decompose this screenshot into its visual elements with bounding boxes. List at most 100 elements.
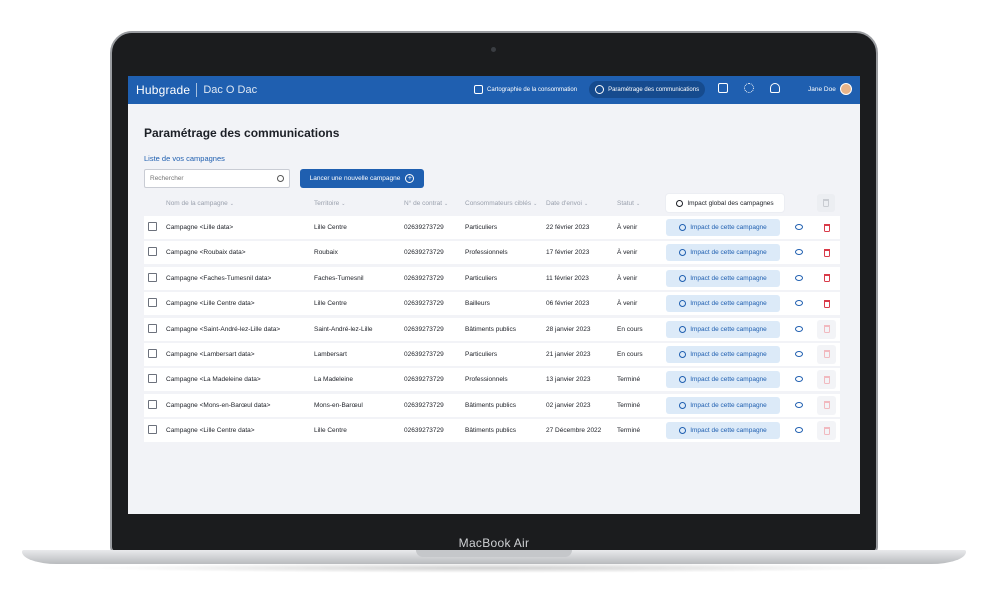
impact-button[interactable]: Impact de cette campagne bbox=[666, 244, 780, 262]
eye-icon[interactable] bbox=[795, 249, 803, 256]
impact-button[interactable]: Impact de cette campagne bbox=[666, 345, 780, 363]
trash-icon bbox=[823, 350, 830, 359]
table-row[interactable]: Campagne <Lambersart data> Lambersart 0263… bbox=[144, 342, 840, 366]
row-checkbox[interactable] bbox=[148, 399, 157, 409]
brand-logo[interactable]: Hubgrade bbox=[136, 83, 190, 97]
col-territory[interactable]: Territoire ⌄ bbox=[314, 200, 346, 207]
delete-button[interactable] bbox=[817, 243, 836, 262]
row-checkbox[interactable] bbox=[148, 298, 157, 308]
delete-button[interactable] bbox=[817, 269, 836, 288]
chevron-down-icon: ⌄ bbox=[635, 201, 641, 207]
impact-button[interactable]: Impact de cette campagne bbox=[666, 219, 780, 236]
cell-contract: 02639273729 bbox=[404, 274, 444, 282]
eye-icon[interactable] bbox=[795, 325, 803, 332]
eye-icon[interactable] bbox=[795, 274, 803, 281]
new-campaign-button[interactable]: Lancer une nouvelle campagne + bbox=[300, 169, 424, 188]
nav-label: Paramétrage des communications bbox=[608, 86, 700, 93]
delete-button[interactable] bbox=[817, 319, 836, 339]
cell-date: 28 janvier 2023 bbox=[546, 325, 591, 333]
col-status[interactable]: Statut ⌄ bbox=[617, 200, 640, 207]
cell-territory: Lambersart bbox=[314, 350, 347, 358]
cell-name: Campagne <Lille data> bbox=[166, 224, 234, 231]
row-checkbox[interactable] bbox=[148, 222, 157, 231]
trash-icon bbox=[823, 274, 830, 283]
cell-contract: 02639273729 bbox=[404, 427, 444, 435]
delete-button[interactable] bbox=[817, 395, 836, 415]
delete-button[interactable] bbox=[817, 421, 836, 441]
cell-name: Campagne <Saint-André-lez-Lille data> bbox=[166, 325, 281, 333]
table-row[interactable]: Campagne <Mons-en-Barœul data> Mons-en-Ba… bbox=[144, 393, 840, 417]
device-label: MacBook Air bbox=[458, 536, 530, 550]
impact-button[interactable]: Impact de cette campagne bbox=[666, 422, 780, 440]
impact-button[interactable]: Impact de cette campagne bbox=[666, 396, 780, 414]
chart-icon bbox=[679, 350, 687, 358]
col-target[interactable]: Consommateurs ciblés ⌄ bbox=[465, 200, 537, 207]
table-row[interactable]: Campagne <Lille data> Lille Centre 0263927… bbox=[144, 216, 840, 239]
cell-date: 11 février 2023 bbox=[546, 274, 589, 282]
user-name: Jane Doe bbox=[808, 85, 836, 93]
nav-cartographie[interactable]: Cartographie de la consommation bbox=[468, 81, 583, 98]
chevron-down-icon: ⌄ bbox=[444, 201, 449, 207]
row-checkbox[interactable] bbox=[148, 425, 157, 435]
table-row[interactable]: Campagne <Lille Centre data> Lille Centre… bbox=[144, 419, 840, 443]
row-checkbox[interactable] bbox=[148, 323, 157, 333]
table-row[interactable]: Campagne <Roubaix data> Roubaix 0263927372… bbox=[144, 241, 840, 265]
eye-icon[interactable] bbox=[795, 376, 803, 383]
table-row[interactable]: Campagne <Saint-André-lez-Lille data> Sai… bbox=[144, 317, 840, 341]
laptop-mockup: Hubgrade Dac O Dac Cartographie de la co… bbox=[0, 0, 988, 589]
chart-icon bbox=[676, 199, 684, 207]
eye-icon[interactable] bbox=[795, 224, 803, 230]
chart-icon bbox=[679, 274, 687, 282]
col-name[interactable]: Nom de la campagne ⌄ bbox=[166, 200, 234, 207]
delete-button[interactable] bbox=[817, 218, 836, 237]
cell-target: Bâtiments publics bbox=[465, 325, 516, 333]
cell-target: Particuliers bbox=[465, 274, 498, 282]
cell-contract: 02639273729 bbox=[404, 401, 444, 409]
impact-button[interactable]: Impact de cette campagne bbox=[666, 295, 780, 313]
nav-parametrage[interactable]: Paramétrage des communications bbox=[589, 81, 706, 98]
trash-icon bbox=[823, 199, 829, 207]
col-date[interactable]: Date d'envoi ⌄ bbox=[546, 200, 588, 207]
gear-icon[interactable] bbox=[744, 83, 754, 93]
col-contract[interactable]: N° de contrat ⌄ bbox=[404, 200, 448, 207]
cell-contract: 02639273729 bbox=[404, 376, 444, 384]
campaign-list: Campagne <Lille data> Lille Centre 0263927… bbox=[144, 216, 840, 443]
header-icons bbox=[718, 83, 780, 93]
row-checkbox[interactable] bbox=[148, 374, 157, 384]
eye-icon[interactable] bbox=[795, 350, 803, 357]
user-menu[interactable]: Jane Doe bbox=[808, 83, 852, 95]
impact-button[interactable]: Impact de cette campagne bbox=[666, 269, 780, 287]
mail-icon[interactable] bbox=[718, 83, 728, 93]
search-input[interactable] bbox=[150, 175, 270, 182]
target-icon bbox=[595, 85, 605, 94]
eye-icon[interactable] bbox=[795, 427, 803, 434]
cell-date: 02 janvier 2023 bbox=[546, 401, 591, 409]
search-icon[interactable] bbox=[277, 175, 284, 182]
cell-target: Particuliers bbox=[465, 350, 498, 358]
bell-icon[interactable] bbox=[770, 83, 780, 93]
cell-target: Particuliers bbox=[465, 224, 498, 231]
table-row[interactable]: Campagne <Faches-Tumesnil data> Faches-Tu… bbox=[144, 266, 840, 290]
trash-icon bbox=[823, 426, 830, 435]
cell-name: Campagne <La Madeleine data> bbox=[166, 376, 261, 384]
delete-selected-button[interactable] bbox=[817, 194, 835, 212]
cell-territory: Mons-en-Barœul bbox=[314, 401, 363, 409]
impact-label: Impact de cette campagne bbox=[690, 274, 767, 282]
table-row[interactable]: Campagne <La Madeleine data> La Madeleine… bbox=[144, 368, 840, 392]
eye-icon[interactable] bbox=[795, 300, 803, 307]
delete-button[interactable] bbox=[817, 294, 836, 313]
row-checkbox[interactable] bbox=[148, 348, 157, 358]
table-row[interactable]: Campagne <Lille Centre data> Lille Centre… bbox=[144, 292, 840, 316]
eye-icon[interactable] bbox=[795, 401, 803, 408]
impact-global-button[interactable]: Impact global des campagnes bbox=[666, 194, 784, 212]
impact-button[interactable]: Impact de cette campagne bbox=[666, 371, 780, 389]
row-checkbox[interactable] bbox=[148, 272, 157, 282]
delete-button[interactable] bbox=[817, 344, 836, 364]
impact-label: Impact de cette campagne bbox=[690, 401, 767, 409]
cell-contract: 02639273729 bbox=[404, 249, 444, 257]
delete-button[interactable] bbox=[817, 370, 836, 390]
row-checkbox[interactable] bbox=[148, 247, 157, 257]
impact-button[interactable]: Impact de cette campagne bbox=[666, 320, 780, 338]
cell-status: À venir bbox=[617, 274, 638, 282]
cell-target: Bâtiments publics bbox=[465, 427, 516, 435]
